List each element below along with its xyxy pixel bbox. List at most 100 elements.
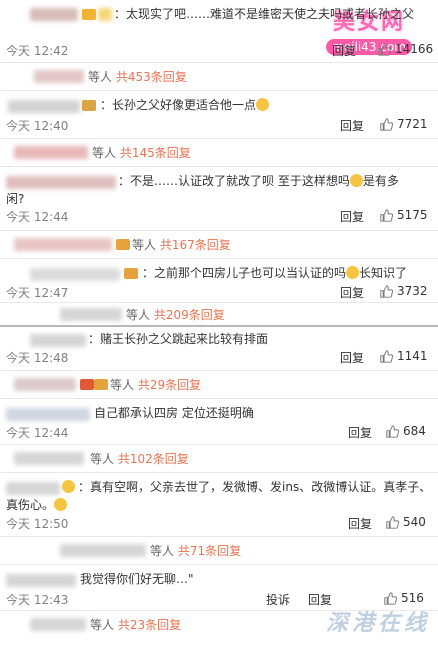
reply-button[interactable]: 回复 — [348, 424, 372, 441]
like-button[interactable]: 3732 — [380, 284, 428, 298]
vip-badge-icon — [82, 9, 96, 20]
more-replies-prefix: 等人 — [90, 618, 118, 632]
reply-count[interactable]: 共23条回复 — [118, 618, 181, 632]
reply-count[interactable]: 共209条回复 — [154, 308, 225, 322]
reply-button[interactable]: 回复 — [340, 284, 364, 301]
more-replies-link[interactable]: 等人 共167条回复 — [132, 236, 231, 253]
like-button[interactable]: 1141 — [380, 349, 428, 363]
vip-badge-icon — [82, 100, 96, 111]
more-replies-row[interactable]: 等人 共102条回复 — [0, 448, 438, 468]
reply-count[interactable]: 共167条回复 — [160, 238, 231, 252]
like-button[interactable]: 684 — [386, 424, 426, 438]
comment-text-content: 是有多 — [362, 174, 399, 188]
laugh-emoji-icon — [346, 266, 360, 279]
more-replies-row[interactable]: 等人 共145条回复 — [0, 142, 438, 162]
like-count: 14166 — [395, 42, 434, 56]
comment-text: ：太现实了吧……难道不是维密天使之夫吗或者长孙之父 — [114, 7, 415, 21]
more-replies-prefix: 等人 — [126, 308, 154, 322]
thumbs-up-icon — [380, 350, 393, 363]
like-count: 1141 — [397, 349, 428, 363]
more-replies-row[interactable]: 等人 共167条回复 — [0, 234, 438, 254]
thumbs-up-icon — [378, 43, 391, 56]
thumbs-up-icon — [386, 425, 399, 438]
thumbs-up-emoji-icon — [54, 498, 68, 511]
username-blurred — [8, 100, 80, 113]
comment-time: 今天 12:44 — [6, 426, 69, 440]
more-replies-row[interactable]: 等人 共453条回复 — [0, 66, 438, 86]
like-count: 540 — [403, 515, 426, 529]
reply-button[interactable]: 回复 — [340, 208, 364, 225]
more-replies-row[interactable]: 等人 共71条回复 — [0, 540, 438, 560]
more-replies-link[interactable]: 等人 共453条回复 — [88, 68, 187, 85]
more-replies-prefix: 等人 — [92, 146, 120, 160]
divider — [0, 472, 438, 473]
comment-time: 今天 12:50 — [6, 517, 69, 531]
like-button[interactable]: 540 — [386, 515, 426, 529]
username-blurred — [30, 268, 120, 281]
more-replies-row[interactable]: 等人 共209条回复 — [0, 304, 438, 324]
like-count: 3732 — [397, 284, 428, 298]
comment-text: ：赌王长孙之父跳起来比较有排面 — [88, 332, 269, 346]
divider — [0, 302, 438, 303]
username-blurred — [6, 574, 76, 587]
username-blurred — [30, 334, 86, 347]
like-count: 516 — [401, 591, 424, 605]
comment-time: 今天 12:48 — [6, 351, 69, 365]
cry-emoji-icon — [62, 480, 75, 493]
comment-time: 今天 12:43 — [6, 593, 69, 607]
divider — [0, 166, 438, 167]
like-button[interactable]: 516 — [384, 591, 424, 605]
comment-item: ：赌王长孙之父跳起来比较有排面 今天 12:48 回复 1141 — [0, 328, 438, 368]
like-button[interactable]: 7721 — [380, 117, 428, 131]
username-blurred — [6, 176, 116, 189]
comment-text: ：之前那个四房儿子也可以当认证的吗 长知识了 — [142, 264, 407, 282]
divider — [0, 258, 438, 259]
like-count: 684 — [403, 424, 426, 438]
comment-item: ：长孙之父好像更适合他一点 今天 12:40 回复 7721 — [0, 92, 438, 136]
reply-button[interactable]: 回复 — [348, 515, 372, 532]
more-replies-link[interactable]: 等人 共23条回复 — [90, 616, 181, 633]
comment-text: 自己都承认四房 定位还挺明确 — [94, 406, 254, 420]
comment-time: 今天 12:44 — [6, 210, 69, 224]
more-replies-row[interactable]: 等人 共29条回复 — [0, 374, 438, 394]
watermark-bottom: 深港在线 — [325, 611, 430, 636]
thumbs-up-icon — [380, 209, 393, 222]
reply-count[interactable]: 共71条回复 — [178, 544, 241, 558]
reply-count[interactable]: 共145条回复 — [120, 146, 191, 160]
divider — [0, 444, 438, 445]
comment-item: 自己都承认四房 定位还挺明确 今天 12:44 回复 684 — [0, 400, 438, 442]
reply-count[interactable]: 共29条回复 — [138, 378, 201, 392]
divider — [0, 564, 438, 565]
more-replies-prefix: 等人 — [88, 70, 116, 84]
vip-badge-icon — [116, 239, 130, 250]
username-blurred — [34, 70, 84, 83]
thumbs-up-icon — [384, 592, 397, 605]
username-blurred — [60, 544, 146, 557]
more-replies-prefix: 等人 — [90, 452, 118, 466]
more-replies-link[interactable]: 等人 共209条回复 — [126, 306, 225, 323]
more-replies-link[interactable]: 等人 共71条回复 — [150, 542, 241, 559]
comment-item: 我觉得你们好无聊…" 今天 12:43 投诉 回复 516 — [0, 566, 438, 608]
reply-button[interactable]: 回复 — [340, 117, 364, 134]
more-replies-link[interactable]: 等人 共29条回复 — [110, 376, 201, 393]
reply-button[interactable]: 回复 — [332, 42, 356, 59]
username-blurred — [14, 238, 112, 251]
more-replies-link[interactable]: 等人 共145条回复 — [92, 144, 191, 161]
like-count: 5175 — [397, 208, 428, 222]
report-button[interactable]: 投诉 — [266, 591, 290, 608]
like-button[interactable]: 14166 — [378, 42, 433, 56]
smile-emoji-icon — [256, 98, 270, 111]
thumbs-up-icon — [386, 516, 399, 529]
comment-time: 今天 12:42 — [6, 44, 69, 58]
comment-time: 今天 12:47 — [6, 286, 69, 300]
username-blurred — [14, 452, 84, 465]
reply-button[interactable]: 回复 — [340, 349, 364, 366]
reply-count[interactable]: 共102条回复 — [118, 452, 189, 466]
more-replies-link[interactable]: 等人 共102条回复 — [90, 450, 189, 467]
comment-text-content: ：长孙之父好像更适合他一点 — [100, 98, 257, 112]
divider — [0, 90, 438, 91]
reply-count[interactable]: 共453条回复 — [116, 70, 187, 84]
comment-text-content: 长知识了 — [359, 266, 408, 280]
like-button[interactable]: 5175 — [380, 208, 428, 222]
divider — [0, 138, 438, 139]
